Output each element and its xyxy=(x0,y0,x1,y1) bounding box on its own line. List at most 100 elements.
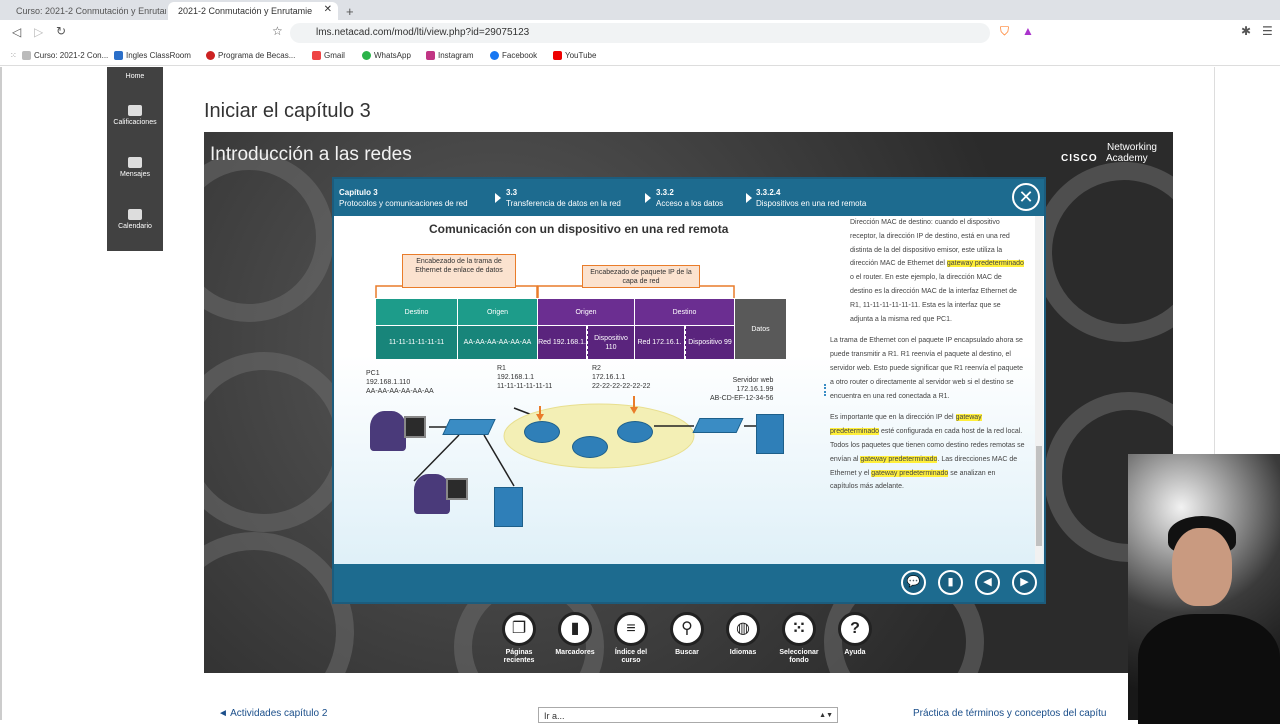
close-tab-icon[interactable]: ✕ xyxy=(324,4,332,15)
server-local-icon xyxy=(494,487,523,527)
col-ip-origen: Origen xyxy=(538,299,634,325)
pc1-monitor-icon xyxy=(404,416,426,438)
breadcrumb-section[interactable]: 3.3 Transferencia de datos en la red xyxy=(506,187,621,209)
pc1-user-icon xyxy=(370,411,406,451)
src-red-value: Red 192.168.1. xyxy=(538,326,586,359)
reload-icon[interactable]: ↻ xyxy=(56,24,66,38)
chevron-right-icon xyxy=(746,193,752,203)
content-scrollbar[interactable] xyxy=(1035,216,1043,564)
sidebar-icon[interactable]: ☰ xyxy=(1262,24,1273,38)
url-input[interactable]: lms.netacad.com/mod/lti/view.php?id=2907… xyxy=(290,23,990,43)
bookmark-item[interactable]: Curso: 2021-2 Con... xyxy=(22,51,108,60)
browser-tab-bar: Curso: 2021-2 Conmutación y Enrutam 2021… xyxy=(0,0,1280,20)
brave-shield-icon[interactable]: ⛉ xyxy=(1000,24,1009,39)
bookmark-item[interactable]: Gmail xyxy=(312,51,345,60)
breadcrumb-topic[interactable]: 3.3.2.4 Dispositivos en una red remota xyxy=(756,187,866,209)
bookmark-item[interactable]: Instagram xyxy=(426,51,474,60)
col-mac-destino: Destino xyxy=(376,299,457,325)
background-chain xyxy=(204,152,334,322)
background-button[interactable]: ⁙ Seleccionar fondo xyxy=(775,612,823,665)
forward-icon[interactable]: ▷ xyxy=(34,25,43,39)
previous-icon[interactable]: ◀ xyxy=(975,570,1000,595)
ethernet-header-label: Encabezado de la trama de Ethernet de en… xyxy=(402,254,516,288)
switch-right-icon xyxy=(692,418,744,433)
nav-mensajes[interactable]: Mensajes xyxy=(107,157,163,178)
col-ip-destino: Destino xyxy=(635,299,734,325)
breadcrumb-subsection[interactable]: 3.3.2 Acceso a los datos xyxy=(656,187,723,209)
grid-icon: ⁙ xyxy=(782,612,816,646)
search-button[interactable]: ⚲ Buscar xyxy=(663,612,711,657)
r1-label: R1 192.168.1.1 11-11-11-11-11-11 xyxy=(497,365,553,390)
nav-home[interactable]: Home xyxy=(107,73,163,80)
nav-calendario[interactable]: Calendario xyxy=(107,209,163,230)
languages-button[interactable]: ◍ Idiomas xyxy=(719,612,767,657)
course-index-button[interactable]: ≡ Índice del curso xyxy=(607,612,655,665)
player-toolbar: ❐ Páginas recientes ▮ Marcadores ≡ Índice d… xyxy=(495,612,885,672)
dst-disp-value: Dispositivo 99 xyxy=(685,326,734,359)
breadcrumb-chapter[interactable]: Capítulo 3 Protocolos y comunicaciones de… xyxy=(339,187,468,209)
close-icon[interactable]: ✕ xyxy=(1012,183,1040,211)
course-player: Introducción a las redes Networking CISC… xyxy=(204,132,1173,673)
browser-tab-2[interactable]: 2021-2 Conmutación y Enrutamie ✕ xyxy=(168,2,338,20)
chevron-down-icon: ▲▼ xyxy=(819,712,833,719)
gmail-icon xyxy=(312,51,321,60)
next-icon[interactable]: ▶ xyxy=(1012,570,1037,595)
paragraph-mac-destino: Dirección MAC de destino: cuando el disp… xyxy=(850,219,1024,323)
lesson-text: Dirección MAC de destino: cuando el disp… xyxy=(830,216,1025,564)
search-icon: ⚲ xyxy=(670,612,704,646)
bookmark-item[interactable]: YouTube xyxy=(553,51,596,60)
recent-pages-button[interactable]: ❐ Páginas recientes xyxy=(495,612,543,665)
comment-icon[interactable]: 💬 xyxy=(901,570,926,595)
scrollbar-thumb[interactable] xyxy=(1036,446,1042,546)
page-icon xyxy=(22,51,31,60)
pc2-monitor-icon xyxy=(446,478,468,500)
course-side-nav: Home Calificaciones Mensajes Calendario xyxy=(107,67,163,251)
youtube-icon xyxy=(553,51,562,60)
background-chain xyxy=(1034,162,1173,342)
classroom-icon xyxy=(114,51,123,60)
bookmarks-bar: ⁙ Curso: 2021-2 Con... Ingles ClassRoom … xyxy=(0,46,1280,66)
bookmark-item[interactable]: Facebook xyxy=(490,51,537,60)
recent-pages-icon: ❐ xyxy=(502,612,536,646)
whatsapp-icon xyxy=(362,51,371,60)
new-tab-button[interactable]: + xyxy=(342,2,360,20)
dst-red-value: Red 172.16.1. xyxy=(635,326,684,359)
bookmark-item[interactable]: WhatsApp xyxy=(362,51,411,60)
drag-handle-icon[interactable] xyxy=(824,384,826,396)
help-button[interactable]: ? Ayuda xyxy=(831,612,879,657)
rewards-icon[interactable]: ▲ xyxy=(1022,24,1034,38)
left-border xyxy=(0,67,2,720)
address-bar-row: ◁ ▷ ↻ ☆ lms.netacad.com/mod/lti/view.php… xyxy=(0,20,1280,46)
nav-calificaciones[interactable]: Calificaciones xyxy=(107,105,163,126)
globe-icon: ◍ xyxy=(726,612,760,646)
prev-activity-link[interactable]: ◄ Actividades capítulo 2 xyxy=(218,708,327,719)
router-r1-icon xyxy=(524,421,560,443)
browser-tab-1[interactable]: Curso: 2021-2 Conmutación y Enrutam xyxy=(6,2,166,20)
mac-src-value: AA-AA-AA-AA-AA-AA xyxy=(458,326,537,359)
pc1-label: PC1 192.168.1.110 AA-AA-AA-AA-AA-AA xyxy=(366,370,434,395)
bookmark-item[interactable]: Programa de Becas... xyxy=(206,51,295,60)
jump-to-select[interactable]: Ir a... ▲▼ xyxy=(538,707,838,723)
content-modal: Capítulo 3 Protocolos y comunicaciones de… xyxy=(332,177,1046,604)
col-mac-origen: Origen xyxy=(458,299,537,325)
bookmark-item[interactable]: Ingles ClassRoom xyxy=(114,51,191,60)
bookmark-star-icon[interactable]: ☆ xyxy=(272,24,283,38)
mac-dst-value: 11-11-11-11-11-11 xyxy=(376,326,457,359)
becas-icon xyxy=(206,51,215,60)
bookmarks-button[interactable]: ▮ Marcadores xyxy=(551,612,599,657)
extensions-icon[interactable]: ✱ xyxy=(1241,24,1251,38)
back-icon[interactable]: ◁ xyxy=(12,25,21,39)
bookmark-icon[interactable]: ▮ xyxy=(938,570,963,595)
next-activity-link[interactable]: Práctica de términos y conceptos del cap… xyxy=(913,708,1106,719)
grades-icon xyxy=(128,105,142,116)
menu-icon: ≡ xyxy=(614,612,648,646)
webserver-icon xyxy=(756,414,784,454)
presenter-body xyxy=(1138,614,1280,724)
r2-label: R2 172.16.1.1 22-22-22-22-22-22 xyxy=(592,365,651,390)
chevron-right-icon xyxy=(645,193,651,203)
breadcrumb: Capítulo 3 Protocolos y comunicaciones de… xyxy=(334,179,1044,216)
apps-icon[interactable]: ⁙ xyxy=(10,51,17,60)
pc2-user-icon xyxy=(414,474,450,514)
lesson-content: Comunicación con un dispositivo en una r… xyxy=(334,216,1044,564)
col-datos: Datos xyxy=(735,299,786,359)
